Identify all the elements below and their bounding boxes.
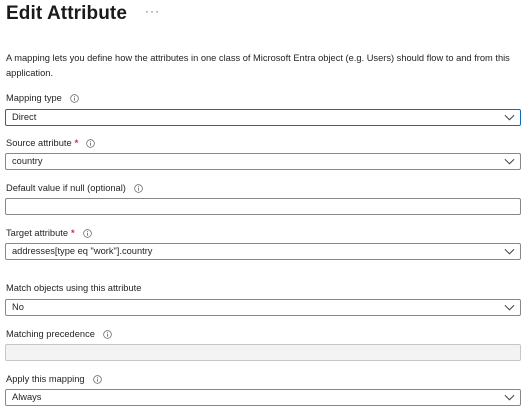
target-attribute-label-row: Target attribute * <box>6 228 92 238</box>
default-value-label: Default value if null (optional) <box>6 183 126 193</box>
source-attribute-label: Source attribute <box>6 138 72 148</box>
matching-precedence-input <box>5 344 521 361</box>
target-attribute-dropdown[interactable]: addresses[type eq "work"].country <box>5 243 521 260</box>
target-attribute-label: Target attribute <box>6 228 69 238</box>
mapping-type-label: Mapping type <box>6 93 62 103</box>
info-icon[interactable] <box>86 138 95 148</box>
match-objects-label: Match objects using this attribute <box>6 283 142 293</box>
mapping-description: A mapping lets you define how the attrib… <box>6 53 510 78</box>
default-value-label-row: Default value if null (optional) <box>6 183 143 193</box>
chevron-down-icon <box>504 394 515 401</box>
more-options-button[interactable]: ··· <box>145 5 160 17</box>
source-attribute-label-row: Source attribute * <box>6 138 95 148</box>
mapping-type-label-row: Mapping type <box>6 93 79 103</box>
chevron-down-icon <box>504 114 515 121</box>
page-title: Edit Attribute <box>6 3 128 24</box>
chevron-down-icon <box>504 158 515 165</box>
source-attribute-dropdown[interactable]: country <box>5 153 521 170</box>
apply-mapping-label: Apply this mapping <box>6 374 85 384</box>
mapping-type-dropdown[interactable]: Direct <box>5 109 521 126</box>
mapping-type-value: Direct <box>12 112 37 122</box>
header: Edit Attribute ··· <box>6 2 160 26</box>
info-icon[interactable] <box>103 329 112 339</box>
match-objects-label-row: Match objects using this attribute <box>6 283 141 293</box>
apply-mapping-value: Always <box>12 392 42 402</box>
matching-precedence-label-row: Matching precedence <box>6 329 112 339</box>
source-attribute-value: country <box>12 156 43 166</box>
info-icon[interactable] <box>70 93 79 103</box>
info-icon[interactable] <box>92 374 102 384</box>
required-marker: * <box>71 228 75 238</box>
match-objects-dropdown[interactable]: No <box>5 299 521 316</box>
info-icon[interactable] <box>134 183 143 193</box>
matching-precedence-label: Matching precedence <box>6 329 95 339</box>
apply-mapping-label-row: Apply this mapping <box>6 374 102 384</box>
chevron-down-icon <box>504 304 515 311</box>
target-attribute-value: addresses[type eq "work"].country <box>12 246 153 256</box>
match-objects-value: No <box>12 302 24 312</box>
required-marker: * <box>74 138 79 148</box>
default-value-input[interactable] <box>5 198 521 215</box>
apply-mapping-dropdown[interactable]: Always <box>5 389 521 406</box>
chevron-down-icon <box>504 248 515 255</box>
info-icon[interactable] <box>82 228 92 238</box>
